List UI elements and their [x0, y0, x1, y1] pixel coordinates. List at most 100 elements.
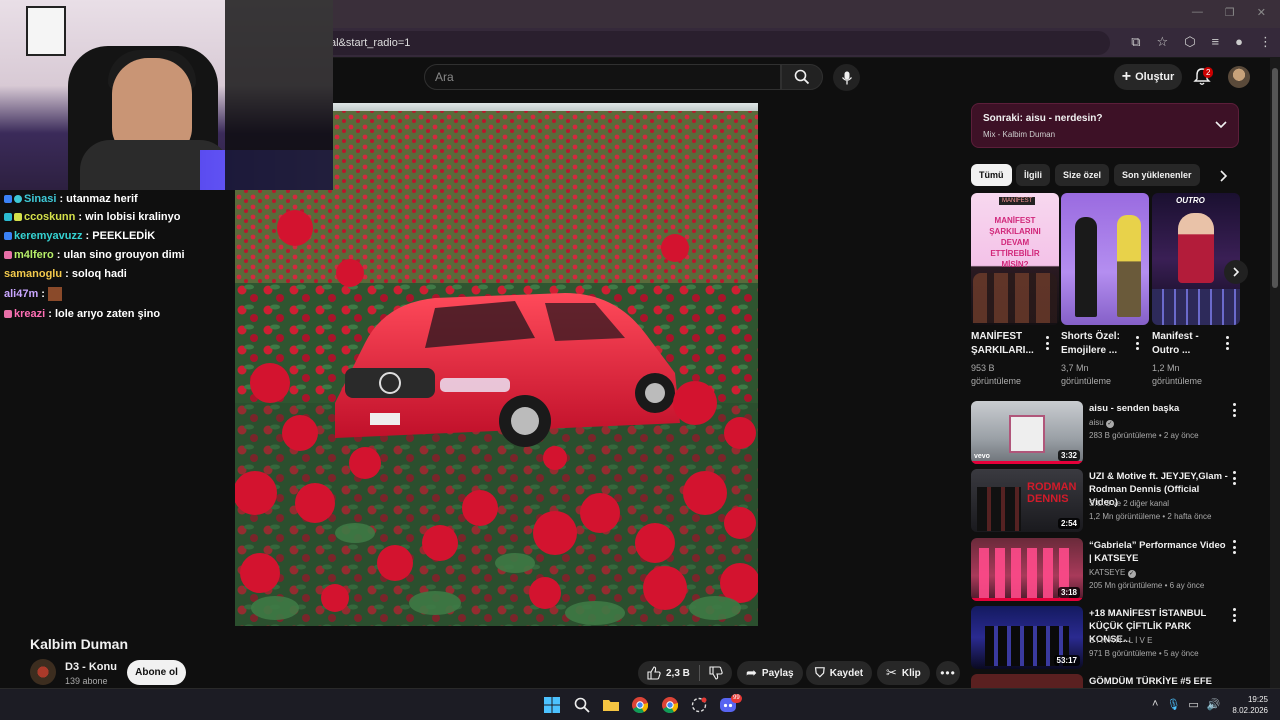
windows-start-icon[interactable]	[544, 697, 560, 713]
microphone-icon[interactable]: 🎙	[1166, 698, 1180, 711]
recommendation-thumbnail[interactable]: 53:17	[971, 606, 1083, 669]
chat-text: :	[38, 288, 49, 300]
cast-icon[interactable]: ⧉	[1131, 34, 1140, 50]
recommendation-menu-icon[interactable]	[1229, 403, 1239, 417]
recommendation-menu-icon[interactable]	[1229, 608, 1239, 622]
bookmark-star-icon[interactable]: ☆	[1157, 34, 1169, 50]
short-views: 1,2 Mn görüntüleme	[1152, 362, 1202, 388]
chat-username: ccoskunn	[24, 211, 76, 223]
save-button[interactable]: ⛉ Kaydet	[806, 661, 873, 685]
network-icon[interactable]: ▭	[1188, 698, 1198, 711]
discord-badge: 99	[731, 694, 742, 703]
like-divider	[698, 665, 700, 681]
recommendation-thumbnail[interactable]: vevo 3:32	[971, 401, 1083, 464]
thumb-text: RODMAN DENNIS	[1027, 481, 1077, 505]
short-thumb-text: MANİFEST ŞARKILARINI DEVAM ETTİREBİLİR M…	[989, 216, 1041, 269]
extensions-icon[interactable]: ⬡	[1184, 34, 1195, 50]
share-button[interactable]: ➦ Paylaş	[737, 661, 803, 685]
chevron-down-icon[interactable]	[1214, 118, 1228, 132]
like-count[interactable]: 2,3 B	[666, 668, 690, 679]
short-views-label: görüntüleme	[971, 376, 1022, 386]
chat-badge-icon	[4, 195, 12, 204]
recommendation-channel: aisu ✓	[1089, 417, 1239, 429]
short-menu-icon[interactable]	[1222, 336, 1232, 350]
thumb-progress-bar	[971, 598, 1083, 601]
search-button[interactable]	[781, 64, 823, 90]
more-horizontal-icon: •••	[940, 666, 956, 680]
recommendation-menu-icon[interactable]	[1229, 540, 1239, 554]
create-button[interactable]: + Oluştur	[1114, 64, 1182, 90]
clip-button[interactable]: ✂ Klip	[877, 661, 930, 685]
windows-taskbar: 99 ˄ 🎙 ▭ 🔊 19:25 8.02.2026	[0, 688, 1280, 720]
chevron-right-icon[interactable]	[1216, 169, 1230, 183]
like-dislike-group: 2,3 B	[638, 661, 732, 685]
thumbs-down-icon[interactable]	[709, 666, 723, 680]
close-button[interactable]: ✕	[1257, 6, 1266, 19]
thumbs-up-icon[interactable]	[647, 666, 661, 680]
recommendation-title[interactable]: GÖMDÜM TÜRKİYE #5 EFE	[1089, 675, 1229, 688]
chat-message: ali47m :	[4, 285, 63, 303]
more-actions-button[interactable]: •••	[936, 661, 960, 685]
volume-icon[interactable]: 🔊	[1207, 698, 1221, 711]
chat-text: : soloq hadi	[62, 268, 127, 280]
media-control-icon[interactable]: ≡	[1212, 34, 1220, 50]
channel-avatar[interactable]	[30, 659, 56, 685]
channel-name[interactable]: D3 - Konu	[65, 661, 117, 673]
save-label: Kaydet	[829, 667, 864, 679]
create-label: Oluştur	[1135, 71, 1175, 83]
recommendation-menu-icon[interactable]	[1229, 471, 1239, 485]
short-thumbnail[interactable]	[1061, 193, 1149, 325]
short-thumbnail[interactable]: OUTRO	[1152, 193, 1240, 325]
page-scrollbar[interactable]	[1270, 58, 1280, 688]
recommendation-title[interactable]: “Gabriela” Performance Video | KATSEYE	[1089, 539, 1229, 565]
recommendation-meta: 1,2 Mn görüntüleme • 2 hafta önce	[1089, 512, 1212, 521]
recommendation-thumbnail[interactable]: RODMAN DENNIS 2:54	[971, 469, 1083, 532]
voice-search-button[interactable]	[833, 64, 860, 91]
chat-username: m4lfero	[14, 249, 54, 261]
chip-for-you[interactable]: Size özel	[1055, 164, 1110, 186]
recommendation-thumbnail[interactable]: 3:18	[971, 538, 1083, 601]
short-thumb-text: OUTRO	[1176, 196, 1205, 205]
chat-text: : ulan sino grouyon dimi	[53, 249, 185, 261]
recommendation-title[interactable]: aisu - senden başka	[1089, 402, 1229, 415]
maximize-button[interactable]: ❐	[1225, 6, 1235, 19]
system-tray: ˄ 🎙 ▭ 🔊	[1152, 698, 1221, 711]
short-menu-icon[interactable]	[1042, 336, 1052, 350]
short-views-label: görüntüleme	[1152, 376, 1203, 386]
plus-icon: +	[1121, 68, 1132, 85]
browser-menu-icon[interactable]: ⋮	[1259, 34, 1272, 50]
short-title[interactable]: Shorts Özel: Emojilere ...	[1061, 330, 1135, 358]
chat-message: ccoskunn : win lobisi kralinyo	[4, 208, 181, 226]
chip-recently-uploaded[interactable]: Son yüklenenler	[1114, 164, 1200, 186]
share-label: Paylaş	[761, 667, 794, 679]
search-input[interactable]: Ara	[424, 64, 781, 90]
short-title[interactable]: Manifest - Outro ...	[1152, 330, 1226, 358]
short-menu-icon[interactable]	[1132, 336, 1142, 350]
system-clock[interactable]: 19:25 8.02.2026	[1232, 694, 1268, 716]
file-explorer-icon[interactable]	[603, 697, 619, 713]
chrome-icon[interactable]	[632, 697, 648, 713]
next-up-title: Sonraki: aisu - nerdesin?	[983, 113, 1103, 124]
chrome-profile-icon[interactable]	[662, 697, 678, 713]
chat-badge-icon	[4, 310, 12, 319]
chip-all[interactable]: Tümü	[971, 164, 1012, 186]
chat-message: m4lfero : ulan sino grouyon dimi	[4, 246, 185, 264]
shorts-next-button[interactable]	[1224, 260, 1248, 284]
profile-icon[interactable]: ●	[1235, 34, 1243, 50]
chip-related[interactable]: İlgili	[1016, 164, 1050, 186]
search-icon[interactable]	[574, 697, 590, 713]
app-icon[interactable]	[691, 697, 707, 713]
clock-time: 19:25	[1247, 695, 1268, 704]
recommendation-channel: S İ N A N • L İ V E	[1089, 636, 1153, 645]
minimize-button[interactable]: —	[1192, 6, 1203, 19]
short-title[interactable]: MANİFEST ŞARKILARI...	[971, 330, 1045, 358]
url-field[interactable]: al&start_radio=1	[300, 31, 1110, 55]
recommendation-thumbnail[interactable]	[971, 674, 1083, 688]
tray-overflow-icon[interactable]: ˄	[1152, 698, 1158, 711]
subscribe-button[interactable]: Abone ol	[127, 660, 186, 685]
scrollbar-thumb[interactable]	[1272, 68, 1278, 288]
account-avatar[interactable]	[1228, 66, 1250, 88]
chat-username: Sinasi	[24, 193, 57, 205]
next-up-playlist[interactable]: Sonraki: aisu - nerdesin? Mix - Kalbim D…	[971, 103, 1239, 148]
short-thumbnail[interactable]: MANİFEST MANİFEST ŞARKILARINI DEVAM ETTİ…	[971, 193, 1059, 325]
